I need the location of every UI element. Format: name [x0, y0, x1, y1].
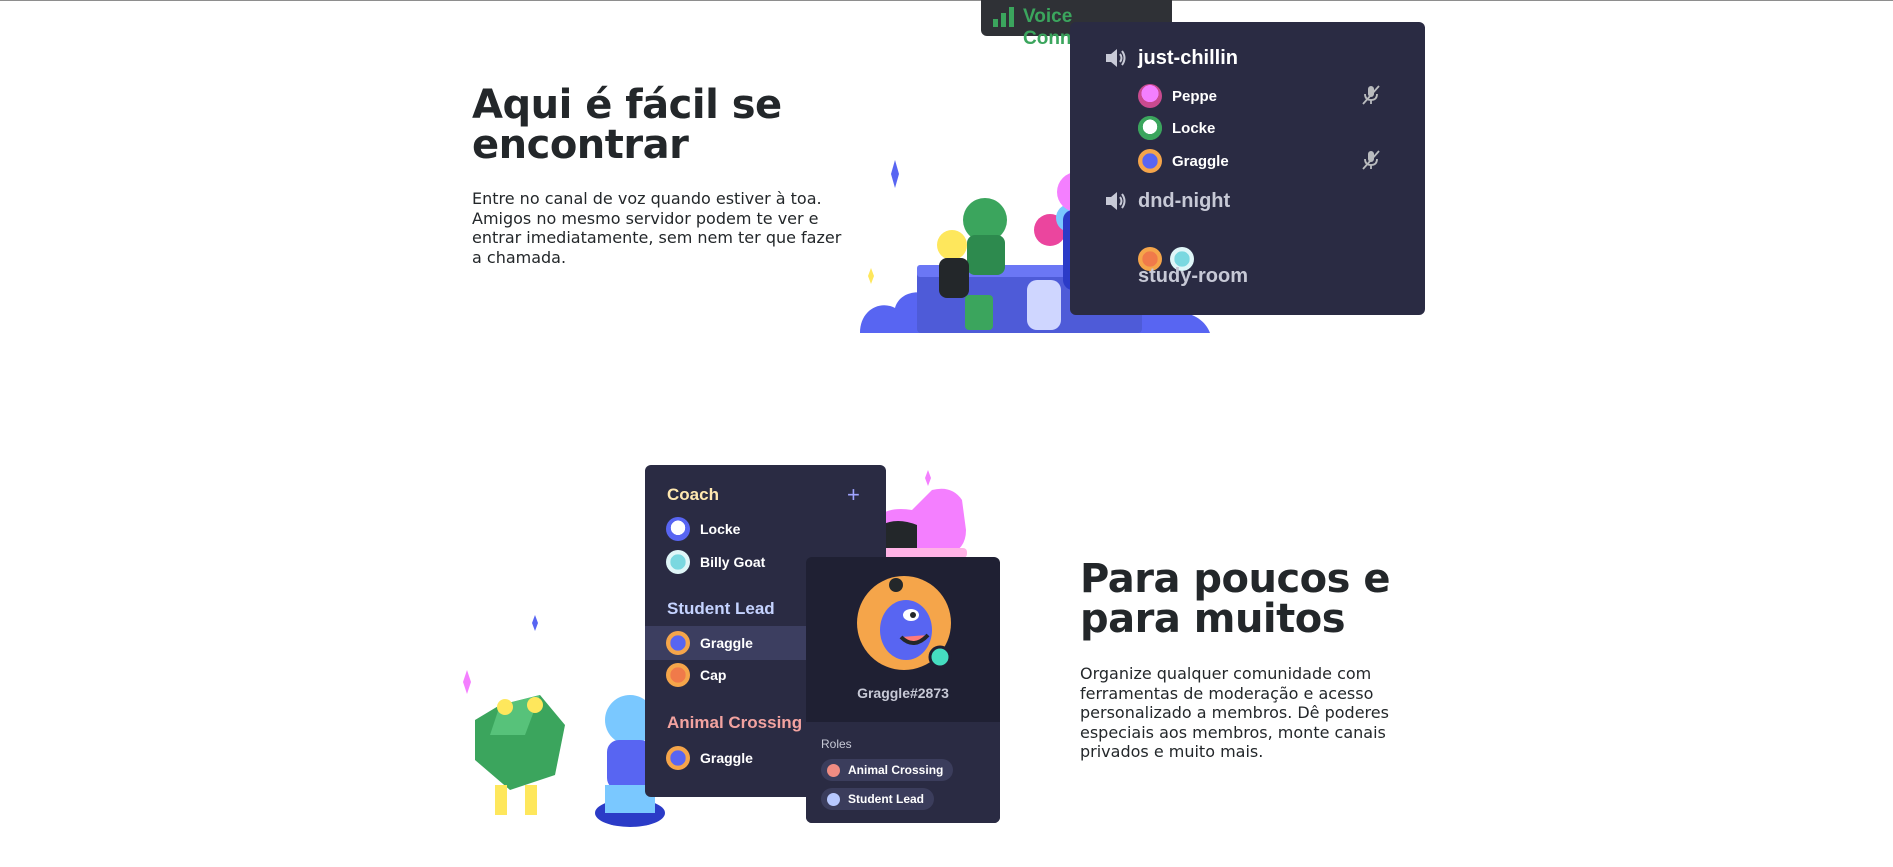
channel-just-chillin[interactable]: just-chillin [1104, 44, 1238, 72]
mic-muted-icon [1362, 150, 1380, 170]
member-name: Billy Goat [700, 554, 766, 570]
avatar [666, 550, 690, 574]
member-name: Graggle [700, 635, 753, 651]
speaker-icon [1106, 49, 1126, 67]
channel-name: just-chillin [1138, 46, 1238, 69]
dice-chess-illustration [463, 615, 665, 827]
avatar [666, 631, 690, 655]
avatar [1138, 116, 1162, 140]
mic-muted-icon [1362, 85, 1380, 105]
member-name: Graggle [1172, 152, 1229, 170]
avatar [666, 746, 690, 770]
member-name: Locke [700, 521, 741, 537]
roles-label: Roles [821, 737, 852, 751]
avatar [666, 517, 690, 541]
member-name: Locke [1172, 119, 1216, 137]
list-item[interactable]: Graggle [666, 630, 753, 656]
role-color-dot [827, 792, 840, 806]
member-name: Graggle [700, 750, 753, 766]
user-profile-card: Graggle#2873 Roles Animal Crossing Stude… [806, 557, 1000, 823]
role-name: Student Lead [848, 792, 925, 806]
list-item[interactable]: Locke [666, 516, 740, 542]
voice-member-locke[interactable]: Locke [1138, 115, 1215, 141]
role-pill-student-lead[interactable]: Student Lead [821, 788, 935, 810]
role-name: Animal Crossing [848, 763, 944, 777]
section1-heading: Aqui é fácil se encontrar [472, 82, 782, 168]
voice-channel-panel: just-chillin Peppe Locke Graggle dnd-nig… [1070, 22, 1425, 315]
section2-body: Organize qualquer comunidade com ferrame… [1080, 664, 1389, 761]
top-divider [0, 0, 1893, 1]
avatar [1138, 149, 1162, 173]
section1-body: Entre no canal de voz quando estiver à t… [472, 189, 842, 267]
channel-name: dnd-night [1138, 189, 1231, 212]
role-group-animal-crossing-title: Animal Crossing [667, 713, 803, 732]
list-item[interactable]: Cap [666, 662, 726, 688]
role-group-student-lead-title: Student Lead [667, 599, 775, 618]
channel-study-room[interactable]: study-room [1138, 262, 1248, 290]
section2-heading: Para poucos e para muitos [1080, 556, 1391, 642]
avatar [1138, 84, 1162, 108]
voice-member-graggle[interactable]: Graggle [1138, 148, 1229, 174]
channel-name: study-room [1138, 264, 1248, 287]
role-color-dot [827, 763, 840, 777]
avatar [857, 576, 952, 670]
speaker-icon [1106, 192, 1126, 210]
avatar [666, 663, 690, 687]
member-name: Cap [700, 667, 727, 683]
list-item[interactable]: Graggle [666, 745, 753, 771]
plus-icon[interactable]: + [847, 482, 860, 508]
role-group-coach-title: Coach [667, 485, 719, 504]
channel-dnd-night[interactable]: dnd-night [1104, 187, 1230, 215]
profile-username: Graggle#2873 [857, 685, 949, 701]
list-item[interactable]: Billy Goat [666, 549, 765, 575]
role-pill-animal-crossing[interactable]: Animal Crossing [821, 759, 954, 781]
voice-member-peppe[interactable]: Peppe [1138, 83, 1217, 109]
signal-bars-icon [993, 7, 1014, 27]
member-name: Peppe [1172, 87, 1218, 105]
